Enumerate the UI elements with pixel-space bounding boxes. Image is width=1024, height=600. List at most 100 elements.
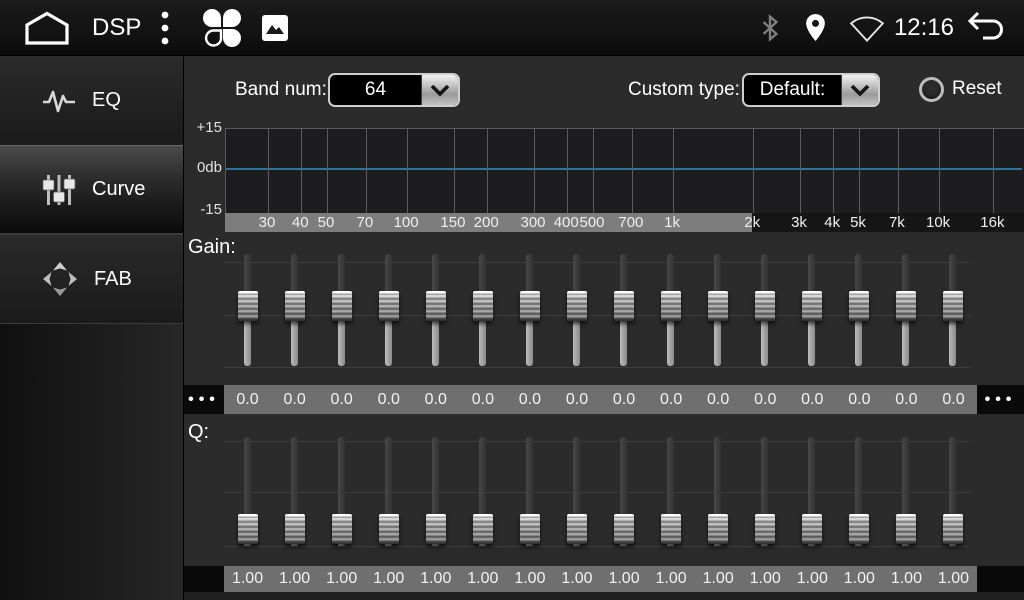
plot-gridline — [673, 129, 674, 213]
location-pin-icon — [805, 13, 826, 42]
reset-radio[interactable] — [919, 77, 944, 102]
clover-apps-icon[interactable] — [201, 8, 243, 48]
gain-slider[interactable] — [708, 254, 728, 368]
gain-value: 0.0 — [648, 385, 695, 414]
q-values-strip: 1.001.001.001.001.001.001.001.001.001.00… — [224, 566, 977, 592]
gain-value: 0.0 — [789, 385, 836, 414]
plot-gridline — [898, 129, 899, 213]
freq-tick: 30 — [259, 213, 276, 232]
plot-gridline — [301, 129, 302, 213]
gain-slider[interactable] — [661, 254, 681, 368]
gain-slider[interactable] — [614, 254, 634, 368]
q-scroll-right-button[interactable] — [977, 566, 1024, 592]
gain-slider[interactable] — [520, 254, 540, 368]
reset-label: Reset — [952, 78, 1002, 100]
sidebar-item-label: EQ — [92, 89, 121, 112]
plot-gridline — [833, 129, 834, 213]
freq-tick: 100 — [394, 213, 419, 232]
gain-value: 0.0 — [836, 385, 883, 414]
freq-tick: 16k — [980, 213, 1004, 232]
plot-gridline — [407, 129, 408, 213]
q-slider[interactable] — [896, 437, 916, 548]
gain-slider[interactable] — [896, 254, 916, 368]
freq-tick: 3k — [791, 213, 807, 232]
q-slider[interactable] — [708, 437, 728, 548]
bluetooth-icon — [759, 14, 781, 42]
gallery-icon[interactable] — [261, 14, 289, 42]
gain-value: 0.0 — [742, 385, 789, 414]
q-slider[interactable] — [520, 437, 540, 548]
sidebar-item-label: Curve — [92, 178, 145, 201]
plot-gridline — [487, 129, 488, 213]
gain-slider[interactable] — [238, 254, 258, 368]
q-slider[interactable] — [332, 437, 352, 548]
sidebar-item-fab[interactable]: FAB — [0, 234, 183, 323]
gain-slider[interactable] — [473, 254, 493, 368]
gain-slider[interactable] — [379, 254, 399, 368]
gain-slider[interactable] — [755, 254, 775, 368]
gain-scroll-right-button[interactable]: ••• — [977, 385, 1024, 414]
gain-value: 0.0 — [412, 385, 459, 414]
gain-slider[interactable] — [332, 254, 352, 368]
dsp-app-screen: DSP 12:16 — [0, 0, 1024, 600]
q-slider[interactable] — [802, 437, 822, 548]
custom-type-value: Default: — [744, 75, 841, 105]
plot-gridline — [859, 129, 860, 213]
band-num-value: 64 — [330, 75, 421, 105]
back-arrow-icon[interactable] — [964, 10, 1008, 46]
q-slider[interactable] — [943, 437, 963, 548]
freq-tick: 150 — [440, 213, 465, 232]
gain-value: 0.0 — [271, 385, 318, 414]
q-value: 1.00 — [271, 566, 318, 592]
gain-value: 0.0 — [601, 385, 648, 414]
q-value: 1.00 — [601, 566, 648, 592]
q-slider[interactable] — [426, 437, 446, 548]
gain-slider[interactable] — [943, 254, 963, 368]
gain-slider[interactable] — [849, 254, 869, 368]
freq-tick: 4k — [824, 213, 840, 232]
q-slider[interactable] — [473, 437, 493, 548]
y-tick-zero: 0db — [185, 160, 222, 176]
q-value: 1.00 — [506, 566, 553, 592]
q-slider[interactable] — [849, 437, 869, 548]
sidebar-item-label: FAB — [94, 268, 132, 291]
gain-slider[interactable] — [802, 254, 822, 368]
plot-gridline — [567, 129, 568, 213]
q-label: Q: — [188, 421, 209, 444]
custom-type-dropdown[interactable]: Default: — [742, 73, 880, 107]
freq-tick: 300 — [520, 213, 545, 232]
band-num-dropdown[interactable]: 64 — [328, 73, 460, 107]
gain-value: 0.0 — [930, 385, 977, 414]
q-slider[interactable] — [379, 437, 399, 548]
q-slider[interactable] — [285, 437, 305, 548]
freq-tick: 1k — [664, 213, 680, 232]
gain-value: 0.0 — [224, 385, 271, 414]
q-slider[interactable] — [567, 437, 587, 548]
sidebar-item-curve[interactable]: Curve — [0, 145, 183, 234]
home-icon[interactable] — [24, 11, 70, 45]
eq-plot — [225, 128, 1024, 213]
overflow-menu-icon[interactable] — [161, 10, 169, 46]
gain-slider[interactable] — [285, 254, 305, 368]
waveform-icon — [42, 87, 76, 115]
chevron-down-icon[interactable] — [421, 75, 458, 105]
q-slider[interactable] — [614, 437, 634, 548]
sidebar-item-eq[interactable]: EQ — [0, 56, 183, 145]
q-scroll-left-button[interactable] — [184, 566, 224, 592]
q-value: 1.00 — [224, 566, 271, 592]
eq-curve-line — [226, 168, 1022, 170]
gain-slider[interactable] — [567, 254, 587, 368]
gain-scroll-left-button[interactable]: ••• — [184, 385, 224, 414]
plot-gridline — [366, 129, 367, 213]
bottom-strip — [184, 592, 1024, 600]
q-value: 1.00 — [365, 566, 412, 592]
plot-gridline — [593, 129, 594, 213]
plot-gridline — [800, 129, 801, 213]
chevron-down-icon[interactable] — [841, 75, 878, 105]
q-slider[interactable] — [755, 437, 775, 548]
gain-slider[interactable] — [426, 254, 446, 368]
q-slider[interactable] — [661, 437, 681, 548]
freq-tick: 200 — [474, 213, 499, 232]
gain-value: 0.0 — [459, 385, 506, 414]
q-slider[interactable] — [238, 437, 258, 548]
